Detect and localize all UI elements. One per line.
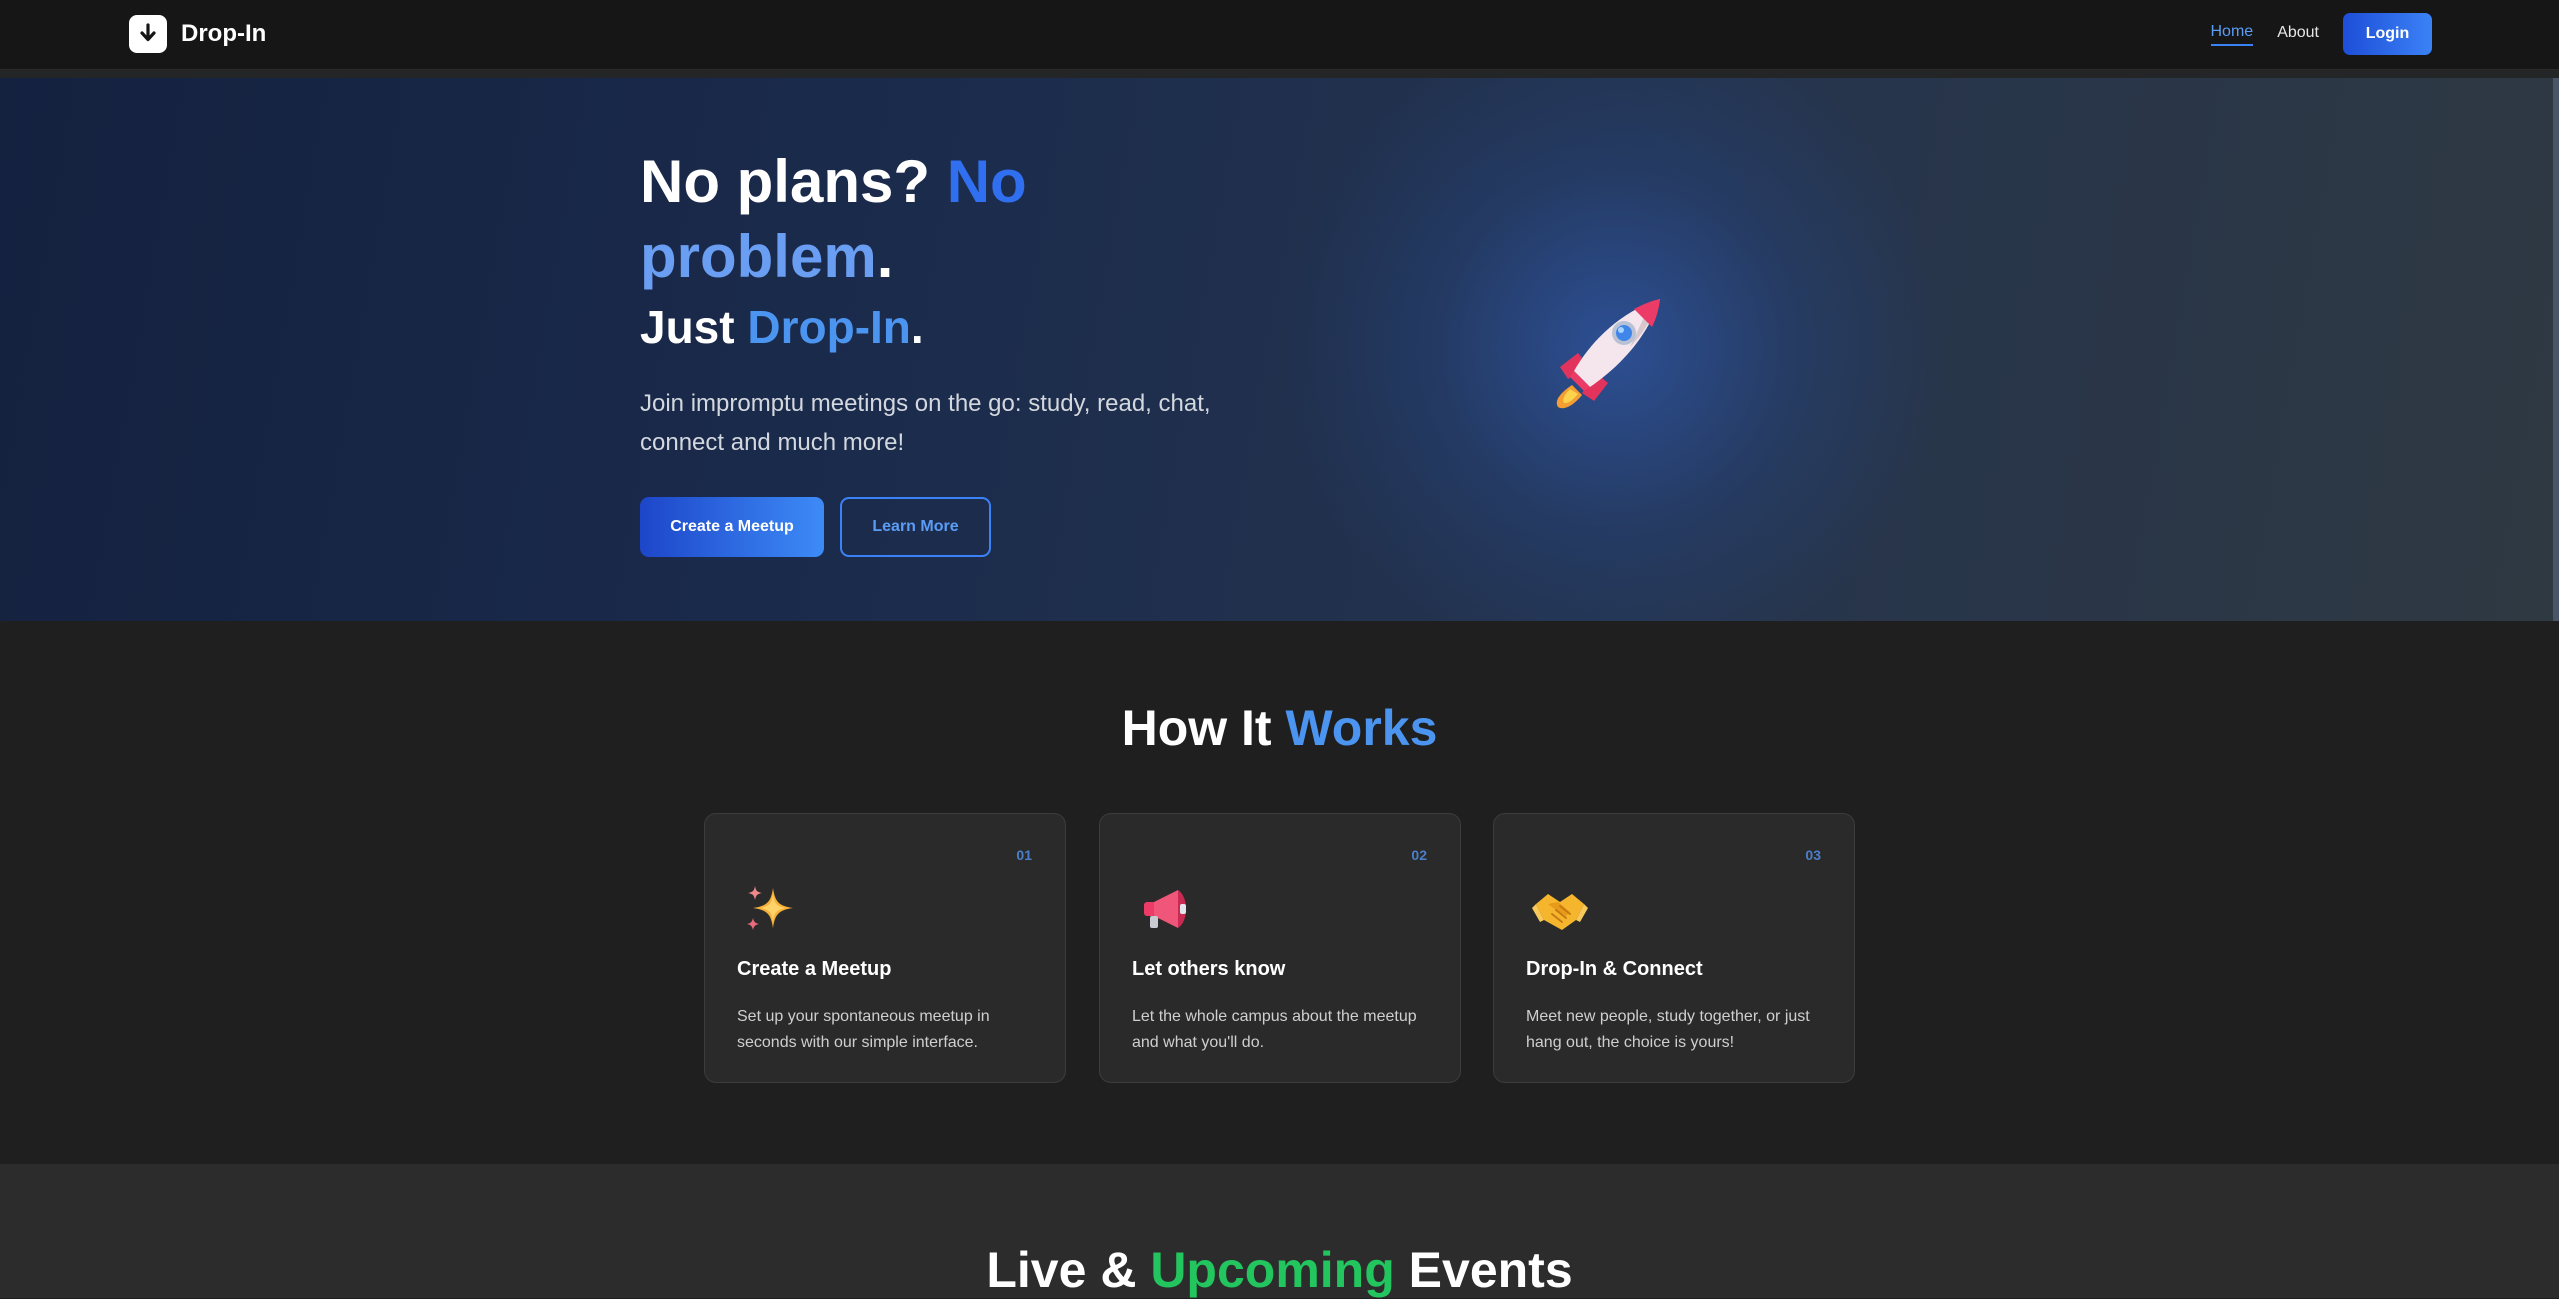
events-title-part1: Live & [986,1242,1151,1298]
hero-title-part3: problem [640,223,877,290]
events-title-part3: Events [1394,1242,1573,1298]
hero-title: No plans? No problem. [640,144,1340,294]
hero-title-part2: No [946,148,1027,215]
how-title-part2: Works [1285,700,1438,756]
step-number: 01 [1016,847,1032,863]
learn-more-button[interactable]: Learn More [840,497,991,557]
hero-sub-part2: Drop-In [747,301,911,353]
step-title: Let others know [1132,958,1286,980]
step-description: Set up your spontaneous meetup in second… [737,1008,990,1051]
megaphone-icon [1138,880,1194,936]
nav-link-home[interactable]: Home [2210,23,2254,46]
step-card-share: 02 Let others know Let the whole campus … [1099,813,1461,1083]
login-button[interactable]: Login [2343,13,2432,55]
hero-text: No plans? No problem. Just Drop-In. Join … [640,144,1340,462]
step-description: Meet new people, study together, or just… [1526,1008,1810,1051]
nav-link-about[interactable]: About [2277,24,2319,45]
step-title: Drop-In & Connect [1526,958,1703,980]
step-number: 03 [1805,847,1821,863]
hero-buttons: Create a Meetup Learn More [640,497,991,557]
download-arrow-icon [129,15,167,53]
hero-title-part4: . [876,223,894,290]
navbar-divider [0,70,2559,78]
create-meetup-button[interactable]: Create a Meetup [640,497,824,557]
hero-subtitle: Just Drop-In. [640,294,1340,360]
sparkles-icon [743,880,799,936]
how-title-part1: How It [1121,700,1286,756]
hero-title-part1: No plans? [640,148,947,215]
scrollbar-track[interactable] [2553,78,2559,621]
navbar: Drop-In Home About Login [0,0,2559,70]
events-title-part2: Upcoming [1150,1242,1395,1298]
step-card-connect: 03 Drop-In & Connect Meet new people, st… [1493,813,1855,1083]
hero-sub-part1: Just [640,301,748,353]
rocket-icon [1542,283,1678,419]
step-card-create: 01 Create a Meetup Set up your spontaneo… [704,813,1066,1083]
events-section: Live & Upcoming Events [0,1164,2559,1298]
brand-link[interactable]: Drop-In [129,15,266,53]
brand-name: Drop-In [181,20,267,47]
step-title: Create a Meetup [737,958,892,980]
events-title: Live & Upcoming Events [0,1241,2559,1299]
how-it-works-section: How It Works 01 Create a Meetup Set up y… [0,621,2559,1164]
step-number: 02 [1411,847,1427,863]
hero-sub-part3: . [910,301,924,353]
nav-links: Home About Login [2210,13,2432,55]
how-it-works-title: How It Works [0,699,2559,757]
step-description: Let the whole campus about the meetup an… [1132,1008,1417,1051]
hero-description: Join impromptu meetings on the go: study… [640,390,1211,456]
hero-section: No plans? No problem. Just Drop-In. Join … [0,78,2559,621]
handshake-icon [1532,880,1588,936]
